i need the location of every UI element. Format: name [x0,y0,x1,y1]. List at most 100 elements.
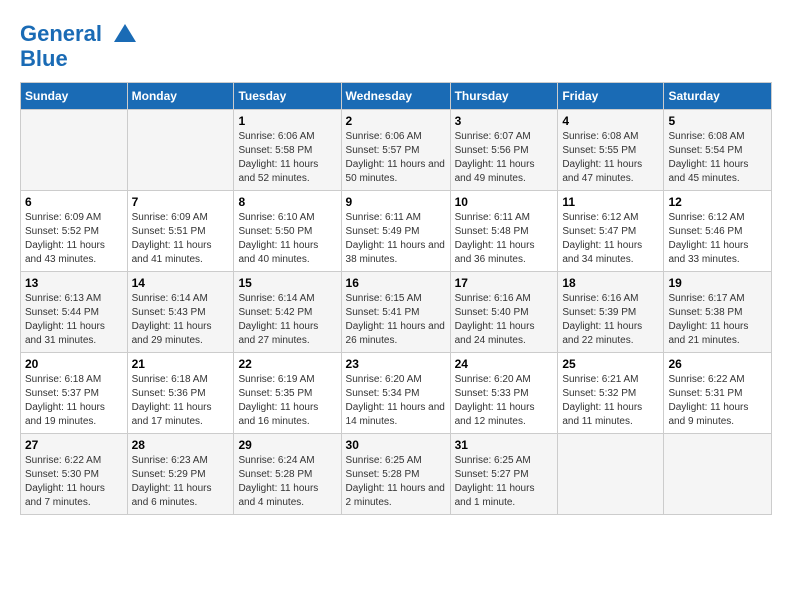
header-row: SundayMondayTuesdayWednesdayThursdayFrid… [21,83,772,110]
day-info: Sunrise: 6:18 AM Sunset: 5:37 PM Dayligh… [25,373,123,429]
day-cell: 30 Sunrise: 6:25 AM Sunset: 5:28 PM Dayli… [341,434,450,515]
day-cell: 17 Sunrise: 6:16 AM Sunset: 5:40 PM Dayli… [450,272,558,353]
header-cell-friday: Friday [558,83,664,110]
day-number: 26 [668,357,767,371]
day-info: Sunrise: 6:06 AM Sunset: 5:57 PM Dayligh… [346,130,446,186]
week-row-5: 27 Sunrise: 6:22 AM Sunset: 5:30 PM Dayli… [21,434,772,515]
day-cell: 9Sunrise: 6:11 AM Sunset: 5:49 PM Daylig… [341,191,450,272]
day-cell: 19 Sunrise: 6:17 AM Sunset: 5:38 PM Dayli… [664,272,772,353]
day-info: Sunrise: 6:15 AM Sunset: 5:41 PM Dayligh… [346,292,446,348]
day-number: 20 [25,357,123,371]
day-cell: 26 Sunrise: 6:22 AM Sunset: 5:31 PM Dayli… [664,353,772,434]
day-info: Sunrise: 6:08 AM Sunset: 5:55 PM Dayligh… [562,130,659,186]
day-info: Sunrise: 6:09 AM Sunset: 5:51 PM Dayligh… [132,211,230,267]
day-cell: 11 Sunrise: 6:12 AM Sunset: 5:47 PM Dayli… [558,191,664,272]
day-info: Sunrise: 6:25 AM Sunset: 5:28 PM Dayligh… [346,454,446,510]
day-info: Sunrise: 6:07 AM Sunset: 5:56 PM Dayligh… [455,130,554,186]
day-cell: 31 Sunrise: 6:25 AM Sunset: 5:27 PM Dayli… [450,434,558,515]
header-cell-monday: Monday [127,83,234,110]
day-info: Sunrise: 6:09 AM Sunset: 5:52 PM Dayligh… [25,211,123,267]
day-info: Sunrise: 6:16 AM Sunset: 5:39 PM Dayligh… [562,292,659,348]
day-number: 15 [238,276,336,290]
week-row-3: 13 Sunrise: 6:13 AM Sunset: 5:44 PM Dayli… [21,272,772,353]
day-info: Sunrise: 6:20 AM Sunset: 5:34 PM Dayligh… [346,373,446,429]
week-row-4: 20 Sunrise: 6:18 AM Sunset: 5:37 PM Dayli… [21,353,772,434]
day-number: 21 [132,357,230,371]
day-info: Sunrise: 6:11 AM Sunset: 5:48 PM Dayligh… [455,211,554,267]
day-cell: 27 Sunrise: 6:22 AM Sunset: 5:30 PM Dayli… [21,434,128,515]
day-number: 6 [25,195,123,209]
day-cell [558,434,664,515]
day-number: 8 [238,195,336,209]
calendar-table: SundayMondayTuesdayWednesdayThursdayFrid… [20,82,772,515]
page-header: General Blue [20,20,772,72]
day-info: Sunrise: 6:22 AM Sunset: 5:31 PM Dayligh… [668,373,767,429]
day-info: Sunrise: 6:23 AM Sunset: 5:29 PM Dayligh… [132,454,230,510]
day-cell: 25 Sunrise: 6:21 AM Sunset: 5:32 PM Dayli… [558,353,664,434]
week-row-1: 1 Sunrise: 6:06 AM Sunset: 5:58 PM Daylig… [21,110,772,191]
day-number: 13 [25,276,123,290]
day-number: 9 [346,195,446,209]
day-info: Sunrise: 6:10 AM Sunset: 5:50 PM Dayligh… [238,211,336,267]
day-number: 31 [455,438,554,452]
day-number: 24 [455,357,554,371]
day-number: 25 [562,357,659,371]
header-cell-sunday: Sunday [21,83,128,110]
day-info: Sunrise: 6:25 AM Sunset: 5:27 PM Dayligh… [455,454,554,510]
day-cell: 24 Sunrise: 6:20 AM Sunset: 5:33 PM Dayli… [450,353,558,434]
day-number: 27 [25,438,123,452]
day-cell: 1 Sunrise: 6:06 AM Sunset: 5:58 PM Daylig… [234,110,341,191]
day-number: 11 [562,195,659,209]
day-info: Sunrise: 6:13 AM Sunset: 5:44 PM Dayligh… [25,292,123,348]
day-cell: 20 Sunrise: 6:18 AM Sunset: 5:37 PM Dayli… [21,353,128,434]
day-info: Sunrise: 6:06 AM Sunset: 5:58 PM Dayligh… [238,130,336,186]
day-cell: 3 Sunrise: 6:07 AM Sunset: 5:56 PM Daylig… [450,110,558,191]
day-info: Sunrise: 6:19 AM Sunset: 5:35 PM Dayligh… [238,373,336,429]
day-number: 2 [346,114,446,128]
day-cell: 21 Sunrise: 6:18 AM Sunset: 5:36 PM Dayli… [127,353,234,434]
day-info: Sunrise: 6:12 AM Sunset: 5:47 PM Dayligh… [562,211,659,267]
day-cell: 18 Sunrise: 6:16 AM Sunset: 5:39 PM Dayli… [558,272,664,353]
day-cell: 23Sunrise: 6:20 AM Sunset: 5:34 PM Dayli… [341,353,450,434]
day-number: 29 [238,438,336,452]
day-cell: 16 Sunrise: 6:15 AM Sunset: 5:41 PM Dayli… [341,272,450,353]
week-row-2: 6 Sunrise: 6:09 AM Sunset: 5:52 PM Daylig… [21,191,772,272]
day-cell [127,110,234,191]
day-number: 7 [132,195,230,209]
day-cell: 2 Sunrise: 6:06 AM Sunset: 5:57 PM Daylig… [341,110,450,191]
day-number: 1 [238,114,336,128]
day-number: 28 [132,438,230,452]
day-cell: 6 Sunrise: 6:09 AM Sunset: 5:52 PM Daylig… [21,191,128,272]
header-cell-wednesday: Wednesday [341,83,450,110]
day-number: 12 [668,195,767,209]
day-info: Sunrise: 6:22 AM Sunset: 5:30 PM Dayligh… [25,454,123,510]
day-cell: 29 Sunrise: 6:24 AM Sunset: 5:28 PM Dayli… [234,434,341,515]
day-cell: 5Sunrise: 6:08 AM Sunset: 5:54 PM Daylig… [664,110,772,191]
day-number: 19 [668,276,767,290]
day-info: Sunrise: 6:17 AM Sunset: 5:38 PM Dayligh… [668,292,767,348]
day-number: 3 [455,114,554,128]
day-info: Sunrise: 6:16 AM Sunset: 5:40 PM Dayligh… [455,292,554,348]
header-cell-tuesday: Tuesday [234,83,341,110]
day-number: 16 [346,276,446,290]
day-cell: 12 Sunrise: 6:12 AM Sunset: 5:46 PM Dayli… [664,191,772,272]
day-number: 30 [346,438,446,452]
logo: General Blue [20,20,140,72]
day-number: 18 [562,276,659,290]
day-info: Sunrise: 6:21 AM Sunset: 5:32 PM Dayligh… [562,373,659,429]
day-info: Sunrise: 6:24 AM Sunset: 5:28 PM Dayligh… [238,454,336,510]
day-cell: 8 Sunrise: 6:10 AM Sunset: 5:50 PM Daylig… [234,191,341,272]
day-number: 14 [132,276,230,290]
day-cell: 22 Sunrise: 6:19 AM Sunset: 5:35 PM Dayli… [234,353,341,434]
day-cell: 10Sunrise: 6:11 AM Sunset: 5:48 PM Dayli… [450,191,558,272]
day-info: Sunrise: 6:12 AM Sunset: 5:46 PM Dayligh… [668,211,767,267]
day-number: 22 [238,357,336,371]
day-info: Sunrise: 6:18 AM Sunset: 5:36 PM Dayligh… [132,373,230,429]
day-cell [664,434,772,515]
day-info: Sunrise: 6:20 AM Sunset: 5:33 PM Dayligh… [455,373,554,429]
day-cell: 14 Sunrise: 6:14 AM Sunset: 5:43 PM Dayli… [127,272,234,353]
day-info: Sunrise: 6:14 AM Sunset: 5:43 PM Dayligh… [132,292,230,348]
day-number: 17 [455,276,554,290]
day-cell: 4Sunrise: 6:08 AM Sunset: 5:55 PM Daylig… [558,110,664,191]
day-cell: 15Sunrise: 6:14 AM Sunset: 5:42 PM Dayli… [234,272,341,353]
